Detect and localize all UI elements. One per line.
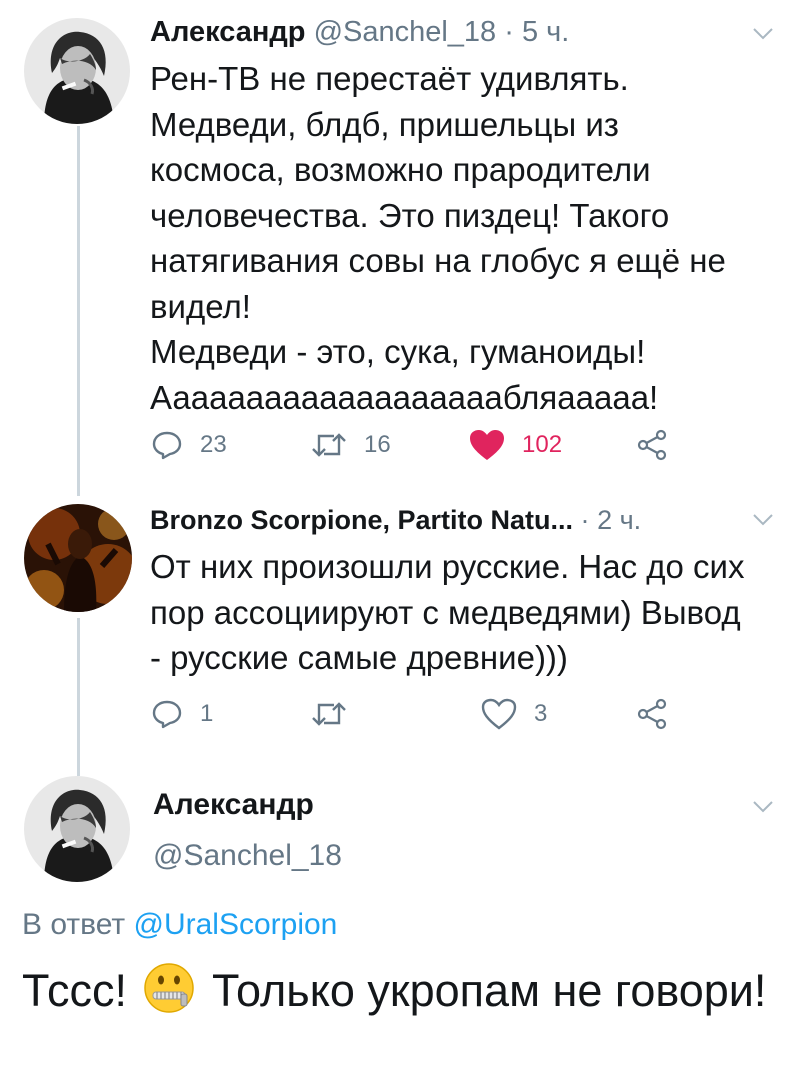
share-icon bbox=[637, 698, 667, 730]
author-handle[interactable]: @Sanchel_18 bbox=[153, 839, 342, 873]
retweet-button[interactable]: 16 bbox=[310, 425, 391, 465]
chevron-down-icon[interactable] bbox=[752, 513, 774, 527]
heart-filled-icon bbox=[470, 430, 504, 460]
tweet-header: Bronzo Scorpione, Partito Natu... · 2 ч. bbox=[150, 503, 641, 537]
tweet-text: Рен-ТВ не перестаёт удивлять. Медведи, б… bbox=[150, 60, 726, 416]
tweet-actions: 23 16 102 bbox=[150, 425, 670, 465]
reply-button[interactable]: 1 bbox=[150, 694, 213, 734]
retweet-icon bbox=[312, 702, 346, 726]
tweet-text: От них произошли русские. Нас до сих пор… bbox=[150, 548, 745, 676]
avatar[interactable] bbox=[24, 504, 132, 612]
focused-tweet-text: Тссс! Только укропам не говори! bbox=[22, 960, 792, 1022]
reply-count: 23 bbox=[200, 431, 227, 458]
tweet-actions: 1 3 bbox=[150, 694, 670, 734]
retweet-icon bbox=[312, 433, 346, 457]
separator: · bbox=[580, 505, 590, 535]
author-name[interactable]: Александр bbox=[153, 788, 314, 822]
avatar[interactable] bbox=[24, 776, 130, 882]
like-button[interactable]: 102 bbox=[468, 425, 562, 465]
tweet-header: Александр @Sanchel_18 · 5 ч. bbox=[150, 15, 569, 49]
reply-mention-link[interactable]: @UralScorpion bbox=[133, 908, 337, 941]
reply-count: 1 bbox=[200, 700, 214, 727]
share-button[interactable] bbox=[636, 694, 668, 734]
heart-icon bbox=[481, 698, 517, 730]
timestamp[interactable]: 5 ч. bbox=[522, 16, 569, 48]
retweet-button[interactable] bbox=[310, 694, 364, 734]
zipper-mouth-face-icon bbox=[144, 963, 195, 1013]
timestamp[interactable]: 2 ч. bbox=[597, 505, 641, 535]
tweet-text-part: Только укропам не говори! bbox=[212, 965, 767, 1016]
reply-icon bbox=[152, 431, 182, 460]
like-button[interactable]: 3 bbox=[480, 694, 547, 734]
reply-context: В ответ @UralScorpion bbox=[22, 908, 337, 942]
reply-icon bbox=[152, 700, 182, 729]
separator: · bbox=[504, 16, 514, 48]
tweet-text-part: Тссс! bbox=[22, 965, 127, 1016]
share-button[interactable] bbox=[636, 425, 668, 465]
author-name[interactable]: Александр bbox=[150, 16, 306, 48]
like-count: 102 bbox=[522, 431, 563, 458]
author-handle[interactable]: @Sanchel_18 bbox=[314, 16, 497, 48]
retweet-count: 16 bbox=[364, 431, 391, 458]
like-count: 3 bbox=[534, 700, 548, 727]
avatar[interactable] bbox=[24, 18, 130, 124]
thread-line-2 bbox=[77, 618, 80, 776]
chevron-down-icon[interactable] bbox=[752, 27, 774, 41]
chevron-down-icon[interactable] bbox=[752, 800, 774, 814]
author-name[interactable]: Bronzo Scorpione, Partito Natu... bbox=[150, 505, 573, 535]
share-icon bbox=[637, 429, 667, 461]
reply-prefix: В ответ bbox=[22, 908, 126, 941]
reply-button[interactable]: 23 bbox=[150, 425, 227, 465]
thread-line-1 bbox=[77, 126, 80, 496]
